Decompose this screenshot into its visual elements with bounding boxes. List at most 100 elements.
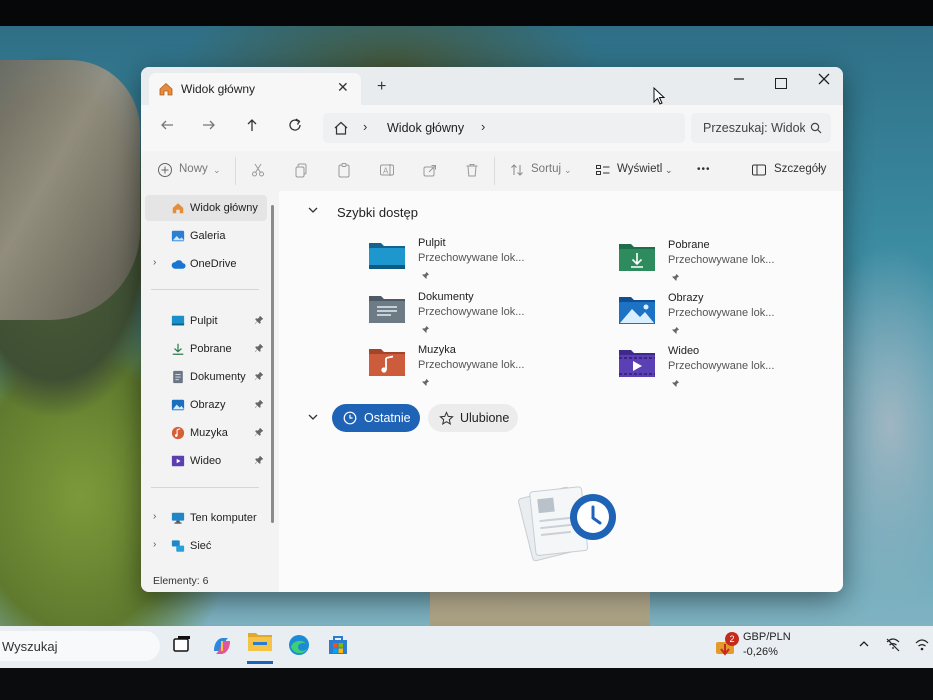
file-explorer-window: Widok główny ✕ + › Widok główny › Przesz… xyxy=(141,67,843,592)
rename-icon[interactable]: A xyxy=(379,162,395,183)
tab-favorites[interactable]: Ulubione xyxy=(428,404,518,432)
quick-access-item-documents[interactable]: Dokumenty Przechowywane lok... xyxy=(368,291,568,335)
minimize-button[interactable] xyxy=(733,71,745,88)
back-button[interactable] xyxy=(159,117,175,137)
quick-access-item-pictures[interactable]: Obrazy Przechowywane lok... xyxy=(618,292,818,336)
pin-icon xyxy=(421,321,430,339)
recent-collapse-chevron-icon[interactable] xyxy=(307,411,319,426)
tab-close-button[interactable]: ✕ xyxy=(337,79,349,96)
quick-access-item-music[interactable]: Muzyka Przechowywane lok... xyxy=(368,344,568,388)
new-tab-button[interactable]: + xyxy=(377,78,386,96)
view-button[interactable]: Wyświetl xyxy=(617,163,662,175)
sidebar-item-label: Wideo xyxy=(190,455,222,467)
quick-access-item-videos[interactable]: Wideo Przechowywane lok... xyxy=(618,345,818,389)
tab-home[interactable]: Widok główny ✕ xyxy=(149,73,361,105)
forward-button[interactable] xyxy=(201,117,217,137)
search-input[interactable]: Przeszukaj: Widok główny xyxy=(703,121,805,135)
more-options-button[interactable]: ••• xyxy=(697,164,711,175)
sidebar-item-onedrive[interactable]: › OneDrive xyxy=(145,251,267,277)
details-button[interactable]: Szczegóły xyxy=(774,163,826,175)
sidebar-item-videos[interactable]: Wideo xyxy=(145,448,267,474)
refresh-button[interactable] xyxy=(287,117,303,137)
widget-currency-pair[interactable]: GBP/PLN xyxy=(743,631,791,643)
sort-dropdown-chevron-icon[interactable]: ⌄ xyxy=(564,165,572,176)
onedrive-cloud-icon xyxy=(171,257,186,270)
quick-access-name: Wideo xyxy=(668,345,700,357)
copy-icon[interactable] xyxy=(293,162,309,183)
expand-chevron-icon[interactable]: › xyxy=(153,539,156,550)
sidebar-item-desktop[interactable]: Pulpit xyxy=(145,308,267,334)
address-bar[interactable]: › Widok główny › xyxy=(323,113,685,143)
close-button[interactable] xyxy=(817,72,831,90)
sidebar-item-network[interactable]: › Sieć xyxy=(145,533,267,559)
taskbar-search-input[interactable]: Wyszukaj xyxy=(2,639,58,654)
copilot-icon[interactable] xyxy=(209,633,235,659)
breadcrumb-separator[interactable]: › xyxy=(363,119,367,134)
sidebar-scrollbar[interactable] xyxy=(271,205,274,523)
recent-files-empty-illustration xyxy=(515,479,625,574)
sidebar-item-documents[interactable]: Dokumenty xyxy=(145,364,267,390)
taskbar: Wyszukaj 2 GBP/PLN -0,26% xyxy=(0,626,933,668)
view-icon[interactable] xyxy=(595,162,611,183)
home-icon xyxy=(171,201,185,214)
sidebar-item-label: Pulpit xyxy=(190,315,218,327)
sidebar-item-home[interactable]: Widok główny xyxy=(145,195,267,221)
sidebar-item-pictures[interactable]: Obrazy xyxy=(145,392,267,418)
monitor-bezel-top xyxy=(0,0,933,26)
sidebar-item-label: Pobrane xyxy=(190,343,232,355)
clock-icon xyxy=(343,411,357,428)
sidebar-item-label: Ten komputer xyxy=(190,512,257,524)
collapse-chevron-icon[interactable] xyxy=(307,204,319,219)
new-plus-icon[interactable] xyxy=(157,162,173,183)
sidebar-item-music[interactable]: Muzyka xyxy=(145,420,267,446)
sidebar-item-this-pc[interactable]: › Ten komputer xyxy=(145,505,267,531)
edge-browser-icon[interactable] xyxy=(287,633,313,659)
quick-access-name: Obrazy xyxy=(668,292,704,304)
search-box[interactable]: Przeszukaj: Widok główny xyxy=(691,113,831,143)
breadcrumb-location[interactable]: Widok główny xyxy=(387,121,464,135)
quick-access-name: Muzyka xyxy=(418,344,456,356)
share-icon[interactable] xyxy=(422,162,438,183)
show-hidden-icons-chevron-icon[interactable] xyxy=(858,638,870,653)
paste-icon[interactable] xyxy=(336,162,352,183)
tab-recent[interactable]: Ostatnie xyxy=(332,404,420,432)
address-home-icon[interactable] xyxy=(333,120,349,141)
tab-title: Widok główny xyxy=(181,82,256,96)
documents-folder-icon xyxy=(368,293,406,325)
pin-icon xyxy=(254,399,264,412)
gallery-icon xyxy=(171,229,185,242)
sidebar-item-downloads[interactable]: Pobrane xyxy=(145,336,267,362)
maximize-button[interactable] xyxy=(775,78,787,89)
sort-button[interactable]: Sortuj xyxy=(531,163,561,175)
details-pane-icon[interactable] xyxy=(751,162,767,183)
quick-access-item-downloads[interactable]: Pobrane Przechowywane lok... xyxy=(618,239,818,283)
new-dropdown-chevron-icon[interactable]: ⌄ xyxy=(213,165,221,176)
view-dropdown-chevron-icon[interactable]: ⌄ xyxy=(665,165,673,176)
title-bar[interactable]: Widok główny ✕ + xyxy=(141,67,843,105)
network-disconnected-icon[interactable] xyxy=(885,638,901,655)
breadcrumb-trail-separator[interactable]: › xyxy=(481,119,485,134)
expand-chevron-icon[interactable]: › xyxy=(153,511,156,522)
pin-icon xyxy=(671,375,680,393)
widget-currency-change[interactable]: -0,26% xyxy=(743,646,778,658)
home-icon xyxy=(158,81,174,102)
new-button[interactable]: Nowy xyxy=(179,163,208,175)
sidebar-item-label: Muzyka xyxy=(190,427,228,439)
sort-icon[interactable] xyxy=(509,162,525,183)
sidebar-item-label: Dokumenty xyxy=(190,371,246,383)
expand-chevron-icon[interactable]: › xyxy=(153,257,156,268)
network-icon xyxy=(171,539,185,552)
delete-icon[interactable] xyxy=(464,162,480,183)
widgets-notification-badge: 2 xyxy=(725,632,739,646)
file-explorer-taskbar-icon[interactable] xyxy=(247,629,273,664)
cut-icon[interactable] xyxy=(250,162,266,183)
microsoft-store-icon[interactable] xyxy=(326,633,352,659)
sidebar-item-label: Galeria xyxy=(190,230,226,242)
wifi-icon[interactable] xyxy=(914,638,930,655)
taskbar-search-box[interactable]: Wyszukaj xyxy=(0,631,160,661)
up-button[interactable] xyxy=(244,117,260,137)
quick-access-location: Przechowywane lok... xyxy=(418,359,525,371)
task-view-icon[interactable] xyxy=(170,633,196,659)
sidebar-item-gallery[interactable]: Galeria xyxy=(145,223,267,249)
quick-access-item-desktop[interactable]: Pulpit Przechowywane lok... xyxy=(368,237,568,281)
